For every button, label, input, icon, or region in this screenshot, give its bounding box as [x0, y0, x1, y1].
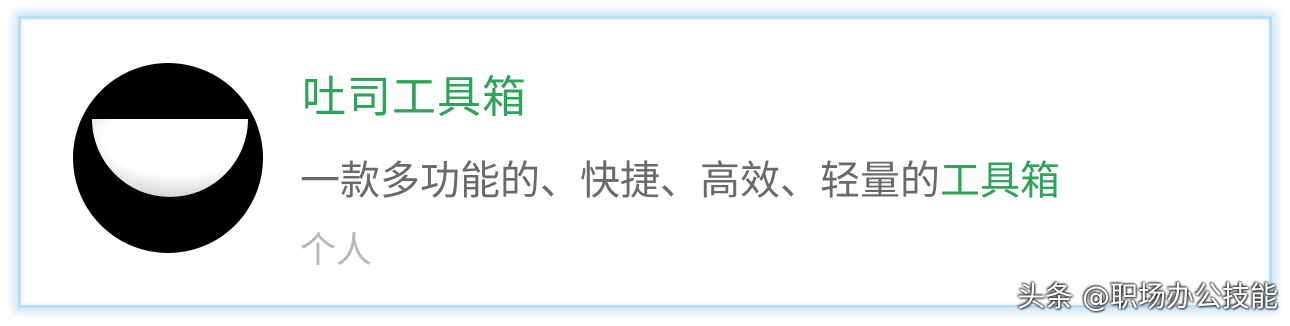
screenshot-frame: 吐司工具箱 一款多功能的、快捷、高效、轻量的工具箱 个人 头条 @职场办公技能 [0, 0, 1290, 326]
watermark: 头条 @职场办公技能 [1017, 280, 1278, 313]
account-name: 吐司工具箱 [302, 72, 527, 123]
account-description: 一款多功能的、快捷、高效、轻量的工具箱 [300, 152, 1060, 210]
smile-logo-icon [73, 63, 263, 253]
account-type: 个人 [300, 230, 373, 271]
description-highlight: 工具箱 [940, 158, 1060, 204]
description-text: 一款多功能的、快捷、高效、轻量的 [300, 158, 940, 204]
